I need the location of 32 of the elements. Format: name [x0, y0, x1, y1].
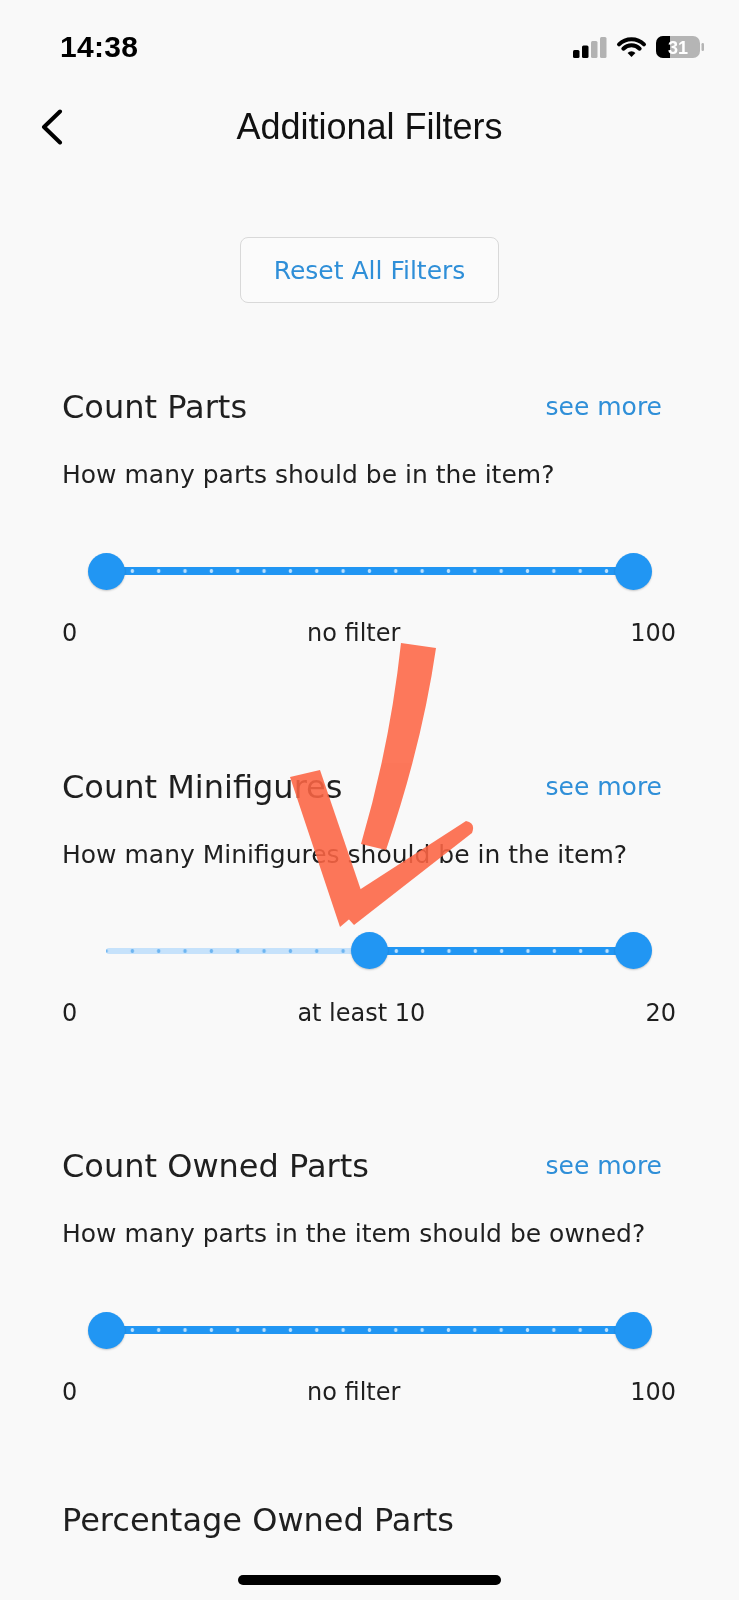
slider-thumb[interactable]	[614, 552, 652, 590]
filter-title: Percentage Owned Parts	[62, 1499, 454, 1540]
filter-title: Count Parts	[62, 387, 248, 427]
chevron-left-icon	[40, 109, 64, 145]
slider-thumb[interactable]	[87, 1311, 125, 1349]
range-value-label: no filter	[306, 1377, 402, 1408]
see-more-link[interactable]: see more	[545, 391, 662, 423]
see-more-link[interactable]: see more	[545, 1150, 662, 1182]
slider-thumb[interactable]	[614, 1311, 652, 1349]
range-min-label: 0	[62, 997, 78, 1029]
range-min-label: 0	[62, 1377, 78, 1408]
slider-thumb[interactable]	[87, 552, 125, 590]
status-time: 14:38	[60, 30, 139, 64]
see-more-link[interactable]: see more	[545, 770, 662, 803]
range-max-label: 20	[645, 997, 676, 1029]
filter-title: Count Owned Parts	[62, 1146, 369, 1186]
slider-thumb[interactable]	[614, 932, 652, 969]
range-max-label: 100	[630, 1377, 676, 1408]
slider-thumb[interactable]	[351, 932, 388, 969]
range-value-label: no filter	[306, 618, 402, 649]
filter-question: How many parts in the item should be owned?	[62, 1218, 647, 1250]
range-max-label: 100	[630, 618, 676, 649]
range-value-label: at least 10	[296, 997, 427, 1029]
page-title: Additional Filters	[236, 105, 503, 149]
range-min-label: 0	[62, 618, 78, 649]
slider-track[interactable]	[87, 551, 652, 591]
filter-question: How many parts should be in the item?	[62, 459, 556, 491]
signal-icon	[573, 36, 607, 58]
reset-filters-button[interactable]: Reset All Filters	[240, 237, 499, 303]
back-button[interactable]	[40, 109, 64, 145]
wifi-icon	[616, 36, 647, 58]
slider-track[interactable]	[87, 1310, 652, 1350]
